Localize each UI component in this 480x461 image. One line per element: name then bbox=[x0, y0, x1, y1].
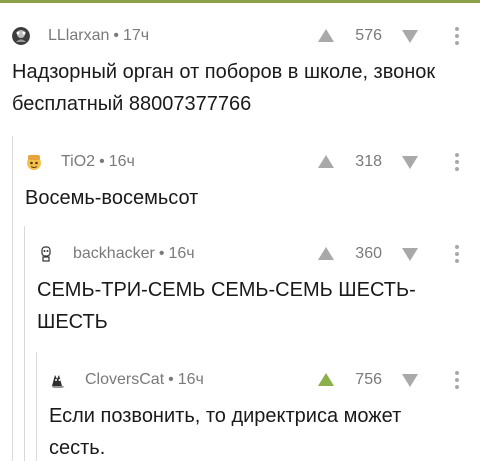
upvote-icon[interactable] bbox=[318, 373, 334, 386]
meta-separator: • bbox=[99, 153, 105, 170]
upvote-icon[interactable] bbox=[318, 247, 334, 260]
upvote-icon[interactable] bbox=[318, 29, 334, 42]
comment-meta: backhacker • 16ч bbox=[73, 245, 195, 263]
more-options-icon[interactable] bbox=[454, 245, 460, 265]
comment-text: Если позвонить, то директриса может сест… bbox=[49, 405, 402, 459]
comment-time: 16ч bbox=[168, 245, 195, 262]
comment-score: 576 bbox=[355, 27, 382, 44]
upvote-icon[interactable] bbox=[318, 155, 334, 168]
comment-header: CloversCat • 16ч 756 bbox=[37, 364, 480, 396]
meta-separator: • bbox=[158, 245, 165, 262]
comment: CloversCat • 16ч 756 Если позвонить, то ди… bbox=[36, 364, 480, 461]
author-name[interactable]: TiO2 bbox=[61, 153, 95, 170]
comment-header: TiO2 • 16ч 318 bbox=[13, 146, 480, 178]
author-name[interactable]: LLlarxan bbox=[48, 27, 109, 44]
comment-time: 16ч bbox=[177, 371, 204, 388]
user-avatar-icon[interactable] bbox=[25, 153, 43, 171]
comment-time: 17ч bbox=[122, 27, 150, 44]
user-avatar-icon[interactable] bbox=[49, 371, 67, 389]
comment: LLlarxan • 17ч 576 Надзорный орган от побо… bbox=[0, 20, 480, 120]
meta-separator: • bbox=[168, 371, 174, 388]
comment-score: 360 bbox=[355, 245, 382, 262]
comment-text: Надзорный орган от поборов в школе, звон… bbox=[12, 61, 436, 115]
comment-time: 16ч bbox=[108, 153, 135, 170]
user-avatar-icon[interactable] bbox=[12, 27, 30, 45]
comment-score: 318 bbox=[355, 153, 382, 170]
comment-text: СЕМЬ-ТРИ-СЕМЬ СЕМЬ-СЕМЬ ШЕСТЬ-ШЕСТЬ bbox=[37, 279, 416, 333]
more-options-icon[interactable] bbox=[454, 153, 460, 173]
user-avatar-icon[interactable] bbox=[37, 245, 55, 263]
top-accent-bar bbox=[0, 0, 480, 3]
downvote-icon[interactable] bbox=[402, 156, 418, 169]
comment: backhacker • 16ч 360 СЕМЬ-ТРИ-СЕМЬ СЕМЬ-СЕ… bbox=[24, 238, 480, 338]
author-name[interactable]: backhacker bbox=[73, 245, 155, 262]
downvote-icon[interactable] bbox=[402, 248, 418, 261]
comment-meta: TiO2 • 16ч bbox=[61, 153, 135, 171]
comment-meta: LLlarxan • 17ч bbox=[48, 27, 149, 45]
downvote-icon[interactable] bbox=[402, 30, 418, 43]
author-name[interactable]: CloversCat bbox=[85, 371, 164, 388]
more-options-icon[interactable] bbox=[454, 27, 460, 47]
more-options-icon[interactable] bbox=[454, 371, 460, 391]
downvote-icon[interactable] bbox=[402, 374, 418, 387]
comment-header: backhacker • 16ч 360 bbox=[25, 238, 480, 270]
comment-text: Восемь-восемьсот bbox=[25, 187, 199, 209]
comment: TiO2 • 16ч 318 Восемь-восемьсот bbox=[12, 146, 480, 214]
comment-header: LLlarxan • 17ч 576 bbox=[0, 20, 480, 52]
comment-meta: CloversCat • 16ч bbox=[85, 371, 204, 389]
comment-score: 756 bbox=[355, 371, 382, 388]
meta-separator: • bbox=[113, 27, 119, 44]
